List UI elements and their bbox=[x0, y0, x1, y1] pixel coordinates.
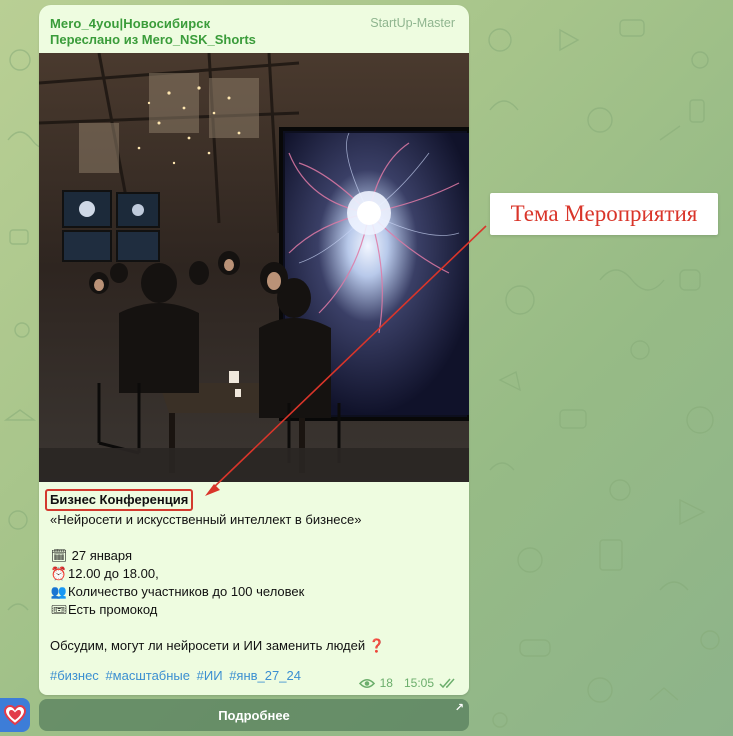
participants-info: Количество участников до 100 человек bbox=[68, 584, 305, 599]
hashtags: #бизнес #масштабные #ИИ #янв_27_24 bbox=[50, 668, 304, 683]
hashtag-link[interactable]: #масштабные bbox=[105, 668, 190, 683]
red-question-mark-icon: ❓ bbox=[368, 638, 385, 653]
hashtag-link[interactable]: #бизнес bbox=[50, 668, 99, 683]
hashtag-link[interactable]: #янв_27_24 bbox=[229, 668, 301, 683]
calendar-icon: 🗓 bbox=[50, 548, 68, 563]
annotation-label: Тема Мероприятия bbox=[490, 193, 718, 235]
channel-avatar[interactable] bbox=[0, 698, 30, 732]
event-date: 27 января bbox=[71, 548, 133, 563]
sender-name[interactable]: Mero_4you|Новосибирск bbox=[50, 16, 210, 31]
alarm-clock-icon: ⏰ bbox=[50, 566, 68, 581]
view-count: 18 bbox=[379, 676, 393, 690]
eye-icon bbox=[358, 678, 375, 688]
people-icon: 👥 bbox=[50, 584, 68, 599]
message-meta: 18 15:05 bbox=[358, 676, 457, 690]
ticket-icon: 🎟 bbox=[50, 602, 68, 617]
event-title: Бизнес Конференция bbox=[45, 489, 194, 511]
message-bubble[interactable]: Mero_4you|Новосибирск StartUp-Master Пер… bbox=[39, 5, 469, 695]
event-photo[interactable] bbox=[39, 53, 469, 482]
heart-logo-icon bbox=[3, 704, 27, 726]
event-time: 12.00 до 18.00, bbox=[68, 566, 159, 581]
promo-info: Есть промокод bbox=[68, 602, 158, 617]
message-header: Mero_4you|Новосибирск StartUp-Master bbox=[50, 14, 455, 32]
arrow-up-right-icon: ↗ bbox=[454, 702, 464, 714]
more-details-label: Подробнее bbox=[218, 707, 290, 723]
event-photo-illustration bbox=[39, 53, 469, 482]
question-text: Обсудим, могут ли нейросети и ИИ заменит… bbox=[50, 638, 366, 653]
double-check-icon bbox=[439, 678, 455, 688]
event-subtitle: «Нейросети и искусственный интеллект в б… bbox=[50, 512, 362, 527]
more-details-button[interactable]: Подробнее ↗ bbox=[39, 699, 469, 731]
author-badge: StartUp-Master bbox=[370, 16, 455, 30]
hashtag-link[interactable]: #ИИ bbox=[197, 668, 223, 683]
message-time: 15:05 bbox=[403, 676, 434, 690]
forwarded-from[interactable]: Переслано из Mero_NSK_Shorts bbox=[50, 32, 256, 47]
message-text: Бизнес Конференция «Нейросети и искусств… bbox=[45, 489, 459, 655]
